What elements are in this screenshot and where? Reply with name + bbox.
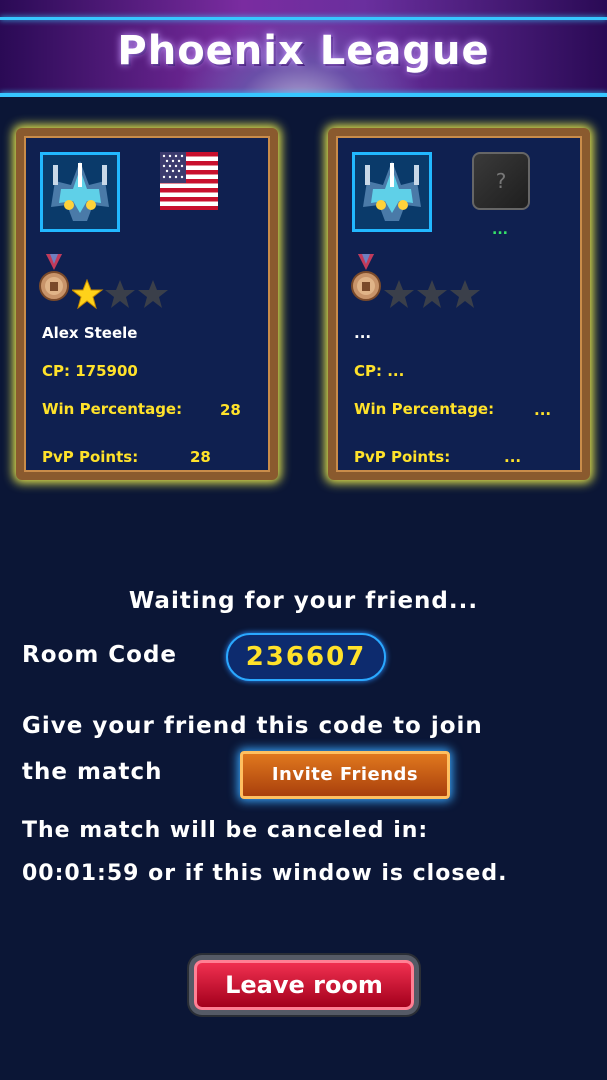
- waiting-message: Waiting for your friend...: [128, 588, 479, 614]
- medal-icon: [350, 254, 382, 304]
- star-empty-icon: [417, 280, 447, 308]
- pvp-points-value: 28: [190, 448, 211, 466]
- header-bottom-line: [0, 93, 607, 97]
- star-filled-icon: [70, 278, 104, 310]
- star-empty-icon: [450, 280, 480, 308]
- player-name: Alex Steele: [42, 324, 138, 342]
- unknown-flag-icon: ?: [472, 152, 530, 210]
- rank-stars: [70, 278, 202, 310]
- country-placeholder: ...: [492, 222, 508, 238]
- win-percentage-label: Win Percentage:: [42, 400, 183, 418]
- player-cp: CP: ...: [354, 362, 405, 380]
- pvp-points-label: PvP Points:: [42, 448, 139, 466]
- pvp-points-value: ...: [504, 448, 522, 466]
- star-empty-icon: [138, 280, 168, 308]
- cancel-notice-line-1: The match will be canceled in:: [22, 818, 429, 843]
- instruction-line-1: Give your friend this code to join: [22, 713, 483, 739]
- win-percentage-value: 28: [220, 401, 241, 419]
- spaceship-icon: [355, 155, 429, 229]
- pvp-points-label: PvP Points:: [354, 448, 451, 466]
- rank-stars: [384, 279, 514, 309]
- medal-icon: [38, 254, 70, 304]
- player-card-1: Alex Steele CP: 175900 Win Percentage: 2…: [16, 128, 278, 480]
- win-percentage-label: Win Percentage:: [354, 400, 495, 418]
- player-name: ...: [354, 324, 372, 342]
- player-card-2: ? ... ... CP: ... Win Percentage: ... Pv…: [328, 128, 590, 480]
- ship-avatar: [352, 152, 432, 232]
- room-code-value[interactable]: 236607: [226, 633, 386, 681]
- ship-avatar: [40, 152, 120, 232]
- star-empty-icon: [384, 280, 414, 308]
- header-top-line: [0, 17, 607, 20]
- us-flag-icon: [160, 152, 218, 210]
- invite-friends-button[interactable]: Invite Friends: [240, 751, 450, 799]
- cancel-notice-line-2: 00:01:59 or if this window is closed.: [22, 861, 508, 886]
- page-title: Phoenix League: [117, 28, 490, 74]
- header-banner: Phoenix League: [0, 0, 607, 97]
- player-cp: CP: 175900: [42, 362, 138, 380]
- win-percentage-value: ...: [534, 401, 552, 419]
- spaceship-icon: [43, 155, 117, 229]
- room-code-label: Room Code: [22, 642, 178, 668]
- leave-room-button[interactable]: Leave room: [194, 960, 414, 1010]
- star-empty-icon: [105, 280, 135, 308]
- leave-room-frame: Leave room: [176, 950, 432, 1022]
- instruction-line-2: the match: [22, 759, 163, 785]
